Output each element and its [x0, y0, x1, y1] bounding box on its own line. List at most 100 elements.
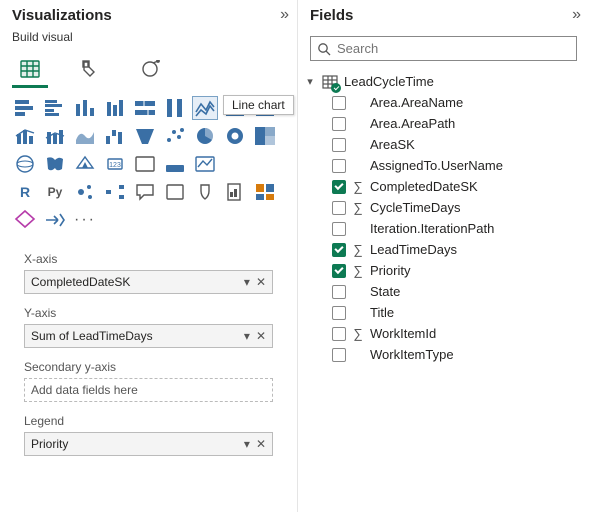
viz-python-script[interactable]: Py: [42, 180, 68, 204]
fields-tree: ▾ LeadCycleTime Area.AreaNameArea.AreaPa…: [298, 65, 589, 371]
yaxis-well[interactable]: Sum of LeadTimeDays ▾✕: [24, 324, 273, 348]
visualizations-title: Visualizations: [12, 7, 112, 24]
viz-goals[interactable]: [192, 180, 218, 204]
field-checkbox[interactable]: [332, 180, 346, 194]
tab-format[interactable]: [72, 52, 108, 88]
viz-power-automate[interactable]: [252, 180, 278, 204]
viz-key-influencers[interactable]: [72, 180, 98, 204]
viz-stacked-column[interactable]: [102, 96, 128, 120]
viz-ribbon[interactable]: [72, 124, 98, 148]
field-checkbox[interactable]: [332, 138, 346, 152]
svg-text:123: 123: [109, 162, 121, 169]
field-checkbox[interactable]: [332, 159, 346, 173]
visualization-gallery: Line chart 123 R Py: [0, 88, 297, 236]
viz-table[interactable]: [252, 152, 278, 176]
viz-clustered-column[interactable]: [72, 96, 98, 120]
legend-remove-icon[interactable]: ✕: [256, 437, 266, 451]
field-row[interactable]: Area.AreaName: [302, 92, 585, 113]
field-name: AreaSK: [370, 137, 585, 152]
table-icon: [322, 75, 338, 89]
viz-more[interactable]: ···: [72, 208, 98, 232]
field-row[interactable]: Iteration.IterationPath: [302, 218, 585, 239]
yaxis-remove-icon[interactable]: ✕: [256, 329, 266, 343]
viz-qa[interactable]: [132, 180, 158, 204]
viz-scatter[interactable]: [162, 124, 188, 148]
xaxis-dropdown-icon[interactable]: ▾: [244, 275, 250, 289]
field-row[interactable]: ∑CycleTimeDays: [302, 197, 585, 218]
visualizations-pane: Visualizations » Build visual: [0, 0, 298, 512]
viz-line-clustered-column[interactable]: [12, 124, 38, 148]
sigma-icon: ∑: [352, 200, 364, 215]
build-visual-label: Build visual: [0, 28, 297, 48]
viz-stacked-bar[interactable]: [12, 96, 38, 120]
yaxis-dropdown-icon[interactable]: ▾: [244, 329, 250, 343]
viz-shape[interactable]: [12, 207, 38, 231]
xaxis-label: X-axis: [12, 242, 285, 268]
field-row[interactable]: ∑LeadTimeDays: [302, 239, 585, 260]
viz-multi-row-card[interactable]: [162, 152, 188, 176]
viz-donut[interactable]: [222, 124, 248, 148]
field-checkbox[interactable]: [332, 306, 346, 320]
field-row[interactable]: AssignedTo.UserName: [302, 155, 585, 176]
field-checkbox[interactable]: [332, 348, 346, 362]
field-row[interactable]: WorkItemType: [302, 344, 585, 365]
xaxis-remove-icon[interactable]: ✕: [256, 275, 266, 289]
collapse-visualizations-icon[interactable]: »: [280, 6, 285, 24]
field-checkbox[interactable]: [332, 201, 346, 215]
tab-analytics[interactable]: [132, 52, 168, 88]
viz-clustered-bar[interactable]: [42, 96, 68, 120]
sigma-icon: ∑: [352, 179, 364, 194]
viz-funnel[interactable]: [132, 124, 158, 148]
viz-kpi[interactable]: [192, 152, 218, 176]
field-row[interactable]: Title: [302, 302, 585, 323]
viz-slicer[interactable]: [222, 152, 248, 176]
field-row[interactable]: Area.AreaPath: [302, 113, 585, 134]
viz-filled-map[interactable]: [42, 152, 68, 176]
field-row[interactable]: ∑Priority: [302, 260, 585, 281]
field-checkbox[interactable]: [332, 285, 346, 299]
legend-well[interactable]: Priority ▾✕: [24, 432, 273, 456]
expand-icon[interactable]: ▾: [304, 75, 316, 88]
viz-100-stacked-bar[interactable]: [132, 96, 158, 120]
viz-card[interactable]: [132, 152, 158, 176]
field-checkbox[interactable]: [332, 327, 346, 341]
viz-tabs: [0, 48, 297, 88]
field-checkbox[interactable]: [332, 96, 346, 110]
viz-gauge[interactable]: 123: [102, 152, 128, 176]
viz-azure-map[interactable]: [72, 152, 98, 176]
viz-100-stacked-column[interactable]: [162, 96, 188, 120]
viz-map[interactable]: [12, 152, 38, 176]
table-row[interactable]: ▾ LeadCycleTime: [302, 71, 585, 92]
viz-tooltip: Line chart: [223, 95, 294, 115]
xaxis-well[interactable]: CompletedDateSK ▾✕: [24, 270, 273, 294]
field-wells: X-axis CompletedDateSK ▾✕ Y-axis Sum of …: [0, 236, 297, 512]
viz-waterfall[interactable]: [102, 124, 128, 148]
field-checkbox[interactable]: [332, 222, 346, 236]
search-input[interactable]: [337, 41, 570, 56]
verified-badge-icon: [331, 83, 341, 93]
viz-line[interactable]: Line chart: [192, 96, 218, 120]
field-row[interactable]: ∑CompletedDateSK: [302, 176, 585, 197]
field-row[interactable]: AreaSK: [302, 134, 585, 155]
viz-decomposition[interactable]: [102, 180, 128, 204]
field-row[interactable]: State: [302, 281, 585, 302]
viz-line-stacked-column[interactable]: [42, 124, 68, 148]
collapse-fields-icon[interactable]: »: [572, 6, 577, 24]
sigma-icon: ∑: [352, 263, 364, 278]
secondary-yaxis-well[interactable]: Add data fields here: [24, 378, 273, 402]
viz-treemap[interactable]: [252, 124, 278, 148]
tab-build[interactable]: [12, 52, 48, 88]
field-checkbox[interactable]: [332, 264, 346, 278]
field-checkbox[interactable]: [332, 243, 346, 257]
field-row[interactable]: ∑WorkItemId: [302, 323, 585, 344]
legend-dropdown-icon[interactable]: ▾: [244, 437, 250, 451]
search-box[interactable]: [310, 36, 577, 61]
viz-r-script[interactable]: R: [12, 180, 38, 204]
field-name: AssignedTo.UserName: [370, 158, 585, 173]
field-checkbox[interactable]: [332, 117, 346, 131]
viz-paginated[interactable]: [222, 180, 248, 204]
viz-smart-narrative[interactable]: [162, 180, 188, 204]
viz-pie[interactable]: [192, 124, 218, 148]
viz-arrow[interactable]: [42, 208, 68, 232]
sigma-icon: ∑: [352, 326, 364, 341]
